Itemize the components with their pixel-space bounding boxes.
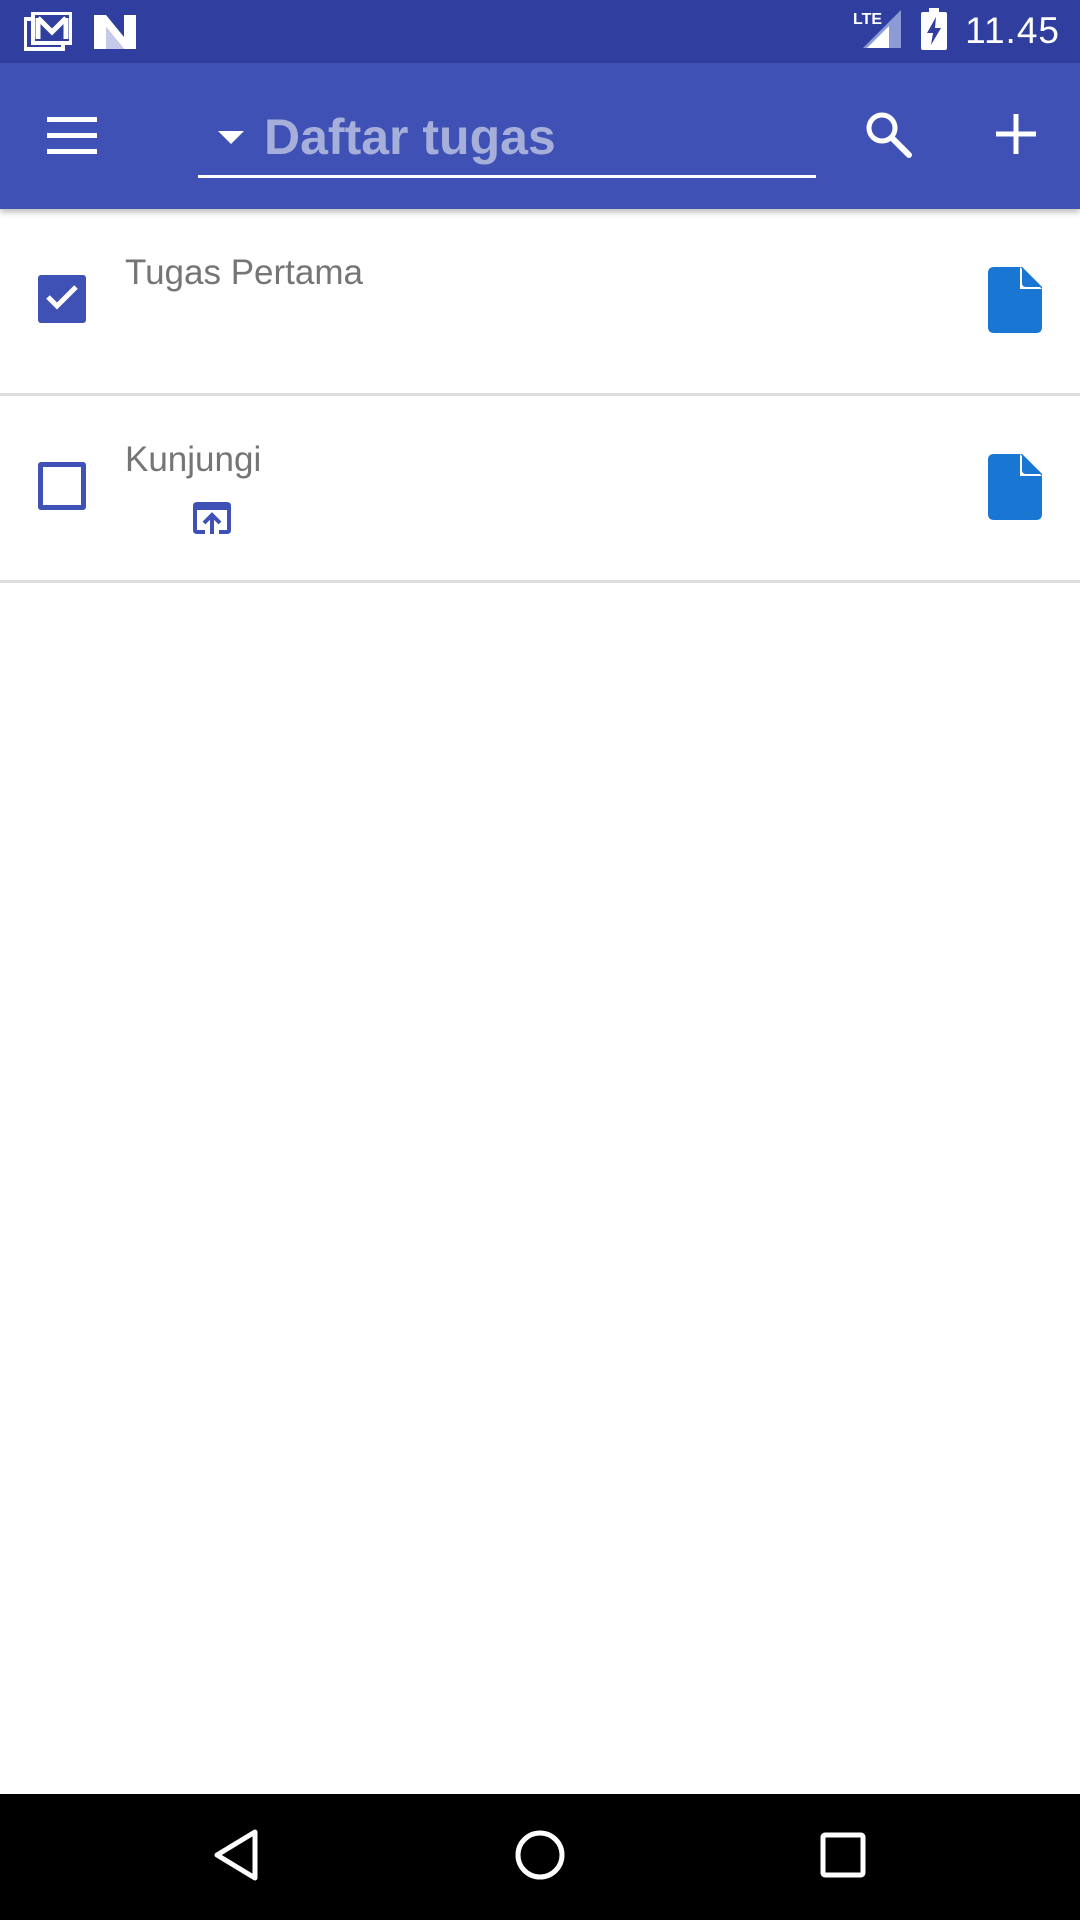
menu-button[interactable] (30, 96, 114, 180)
task-details-button[interactable] (988, 267, 1042, 333)
open-in-app-icon (191, 502, 233, 540)
lte-signal-icon: LTE (853, 8, 903, 54)
task-list-selector[interactable]: Daftar tugas (198, 99, 816, 178)
gmail-icon (23, 11, 73, 56)
add-icon (996, 114, 1036, 158)
task-row[interactable]: Kunjungi (0, 396, 1080, 583)
task-list: Tugas Pertama Kunjungi (0, 209, 1080, 583)
back-button[interactable] (201, 1822, 271, 1892)
search-button[interactable] (846, 94, 930, 178)
status-time: 11.45 (965, 10, 1060, 51)
document-icon (988, 454, 1042, 524)
task-checkbox[interactable] (38, 462, 86, 510)
n-notification-icon (94, 15, 136, 53)
battery-charging-icon (921, 8, 948, 54)
search-icon (864, 110, 912, 162)
navigation-bar (0, 1794, 1080, 1920)
document-icon (988, 267, 1042, 337)
checkbox-checked-icon (45, 283, 79, 315)
menu-icon (47, 117, 97, 159)
status-bar: LTE 11.45 (0, 0, 1080, 63)
system-icons: LTE 11.45 (853, 8, 1060, 54)
home-button[interactable] (505, 1822, 575, 1892)
app-bar: Daftar tugas (0, 63, 1080, 209)
add-task-button[interactable] (974, 94, 1058, 178)
recents-button[interactable] (808, 1822, 878, 1892)
dropdown-caret-icon (218, 130, 244, 144)
task-row[interactable]: Tugas Pertama (0, 209, 1080, 396)
task-details-button[interactable] (988, 454, 1042, 520)
open-in-app-button[interactable] (191, 500, 233, 536)
task-title: Tugas Pertama (125, 253, 363, 292)
recents-icon (820, 1832, 866, 1882)
task-list-selector-label: Daftar tugas (264, 109, 556, 165)
task-title: Kunjungi (125, 440, 262, 479)
network-type-label: LTE (853, 11, 882, 28)
notification-icons (23, 11, 136, 56)
home-icon (514, 1829, 566, 1885)
task-checkbox[interactable] (38, 275, 86, 323)
back-icon (213, 1829, 259, 1885)
